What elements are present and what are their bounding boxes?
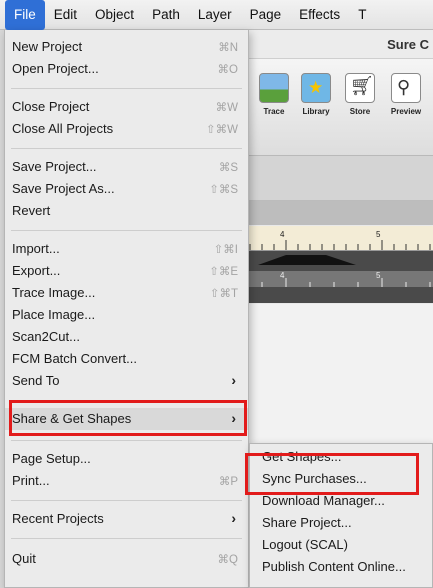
menu-item-close-all-projects[interactable]: Close All Projects ⇧⌘W [5, 118, 248, 140]
shortcut: ⌘N [218, 42, 238, 54]
menu-item-save-project-as[interactable]: Save Project As... ⇧⌘S [5, 178, 248, 200]
menu-item-label: Save Project... [12, 159, 97, 174]
trace-button[interactable]: Trace [254, 73, 294, 116]
cart-icon: 🛒︎ [345, 73, 375, 103]
menu-separator [11, 88, 242, 89]
menu-layer[interactable]: Layer [189, 0, 241, 30]
menu-item-import[interactable]: Import... ⇧⌘I [5, 238, 248, 260]
window-titlebar: Sure C [240, 30, 433, 59]
menu-item-label: Quit [12, 551, 36, 566]
submenu-item-label: Publish Content Online... [262, 559, 406, 574]
window-title: Sure C [387, 37, 429, 52]
preview-magnifier-icon: ⚲ [391, 73, 421, 103]
shortcut: ⇧⌘I [213, 244, 238, 256]
menu-file[interactable]: File [5, 0, 45, 30]
menu-item-label: Close Project [12, 99, 90, 114]
library-label: Library [302, 107, 330, 116]
menu-bar: File Edit Object Path Layer Page Effects… [0, 0, 433, 30]
shortcut: ⌘S [218, 162, 238, 174]
preview-label: Preview [390, 107, 422, 116]
shortcut: ⌘W [215, 102, 238, 114]
shape-ruler: 4 5 [240, 251, 433, 303]
menu-object[interactable]: Object [86, 0, 143, 30]
menu-item-label: Trace Image... [12, 285, 96, 300]
shortcut: ⇧⌘T [209, 288, 238, 300]
menu-item-send-to[interactable]: Send To › [5, 370, 248, 392]
menu-t-truncated[interactable]: T [349, 0, 375, 30]
preview-button[interactable]: ⚲ Preview [386, 73, 426, 116]
highlight-box-share-get-shapes [9, 400, 247, 436]
library-button[interactable]: ★ Library [296, 73, 336, 116]
menu-item-open-project[interactable]: Open Project... ⌘O [5, 58, 248, 80]
menu-edit[interactable]: Edit [45, 0, 86, 30]
tab-strip [240, 201, 433, 225]
menu-item-place-image[interactable]: Place Image... [5, 304, 248, 326]
menu-page[interactable]: Page [241, 0, 291, 30]
menu-item-new-project[interactable]: New Project ⌘N [5, 36, 248, 58]
menu-item-quit[interactable]: Quit ⌘Q [5, 548, 248, 570]
menu-item-label: Close All Projects [12, 121, 114, 136]
menu-separator [11, 538, 242, 539]
shortcut: ⌘P [218, 476, 238, 488]
menu-item-label: Export... [12, 263, 61, 278]
highlight-box-sync-purchases [245, 453, 419, 495]
shape-ruler-number-4: 4 [280, 271, 285, 280]
ruler-number-4: 4 [280, 230, 285, 239]
menu-item-save-project[interactable]: Save Project... ⌘S [5, 156, 248, 178]
shortcut: ⇧⌘E [209, 266, 238, 278]
submenu-item-publish-content-online[interactable]: Publish Content Online... [250, 556, 432, 578]
submenu-item-share-project[interactable]: Share Project... [250, 512, 432, 534]
shortcut: ⇧⌘S [209, 184, 238, 196]
menu-item-close-project[interactable]: Close Project ⌘W [5, 96, 248, 118]
menu-item-revert[interactable]: Revert [5, 200, 248, 222]
menu-item-label: FCM Batch Convert... [12, 351, 137, 366]
menu-item-export[interactable]: Export... ⇧⌘E [5, 260, 248, 282]
menu-item-recent-projects[interactable]: Recent Projects › [5, 508, 248, 530]
shortcut: ⌘Q [217, 554, 238, 566]
submenu-item-label: Download Manager... [262, 493, 385, 508]
submenu-arrow-icon: › [231, 372, 236, 388]
menu-item-label: Send To [12, 373, 60, 388]
menu-item-label: Import... [12, 241, 60, 256]
store-button[interactable]: 🛒︎ Store [340, 73, 380, 116]
shortcut: ⇧⌘W [206, 124, 238, 136]
menu-separator [11, 500, 242, 501]
menu-item-print[interactable]: Print... ⌘P [5, 470, 248, 492]
menu-effects[interactable]: Effects [290, 0, 349, 30]
shape-ruler-number-5: 5 [376, 271, 381, 280]
file-menu-dropdown: New Project ⌘N Open Project... ⌘O Close … [4, 30, 249, 588]
menu-item-label: Print... [12, 473, 50, 488]
library-star-icon: ★ [301, 73, 331, 103]
horizontal-ruler: 4 5 [240, 226, 433, 251]
menu-item-page-setup[interactable]: Page Setup... [5, 448, 248, 470]
menu-item-label: Recent Projects [12, 511, 104, 526]
menu-item-label: Open Project... [12, 61, 99, 76]
ruler-ticks [249, 240, 431, 250]
shortcut: ⌘O [217, 64, 238, 76]
ruler-number-5: 5 [376, 230, 381, 239]
store-label: Store [349, 107, 371, 116]
menu-item-label: Revert [12, 203, 51, 218]
menu-item-label: Page Setup... [12, 451, 91, 466]
menu-item-label: Place Image... [12, 307, 96, 322]
menu-item-label: Scan2Cut... [12, 329, 80, 344]
menu-item-trace-image[interactable]: Trace Image... ⇧⌘T [5, 282, 248, 304]
menu-item-fcm-batch-convert[interactable]: FCM Batch Convert... [5, 348, 248, 370]
ruler-shape-graphic [240, 255, 433, 287]
trace-label: Trace [263, 107, 285, 116]
submenu-arrow-icon: › [231, 510, 236, 526]
trace-image-icon [259, 73, 289, 103]
menu-separator [11, 148, 242, 149]
menu-path[interactable]: Path [143, 0, 189, 30]
toolbar: Trace ★ Library 🛒︎ Store ⚲ Preview [240, 59, 433, 156]
submenu-item-label: Logout (SCAL) [262, 537, 348, 552]
submenu-item-label: Share Project... [262, 515, 352, 530]
options-bar [240, 156, 433, 201]
menu-item-label: Save Project As... [12, 181, 115, 196]
menu-item-scan2cut[interactable]: Scan2Cut... [5, 326, 248, 348]
menu-item-label: New Project [12, 39, 83, 54]
menu-separator [11, 230, 242, 231]
menu-separator [11, 440, 242, 441]
submenu-item-logout[interactable]: Logout (SCAL) [250, 534, 432, 556]
